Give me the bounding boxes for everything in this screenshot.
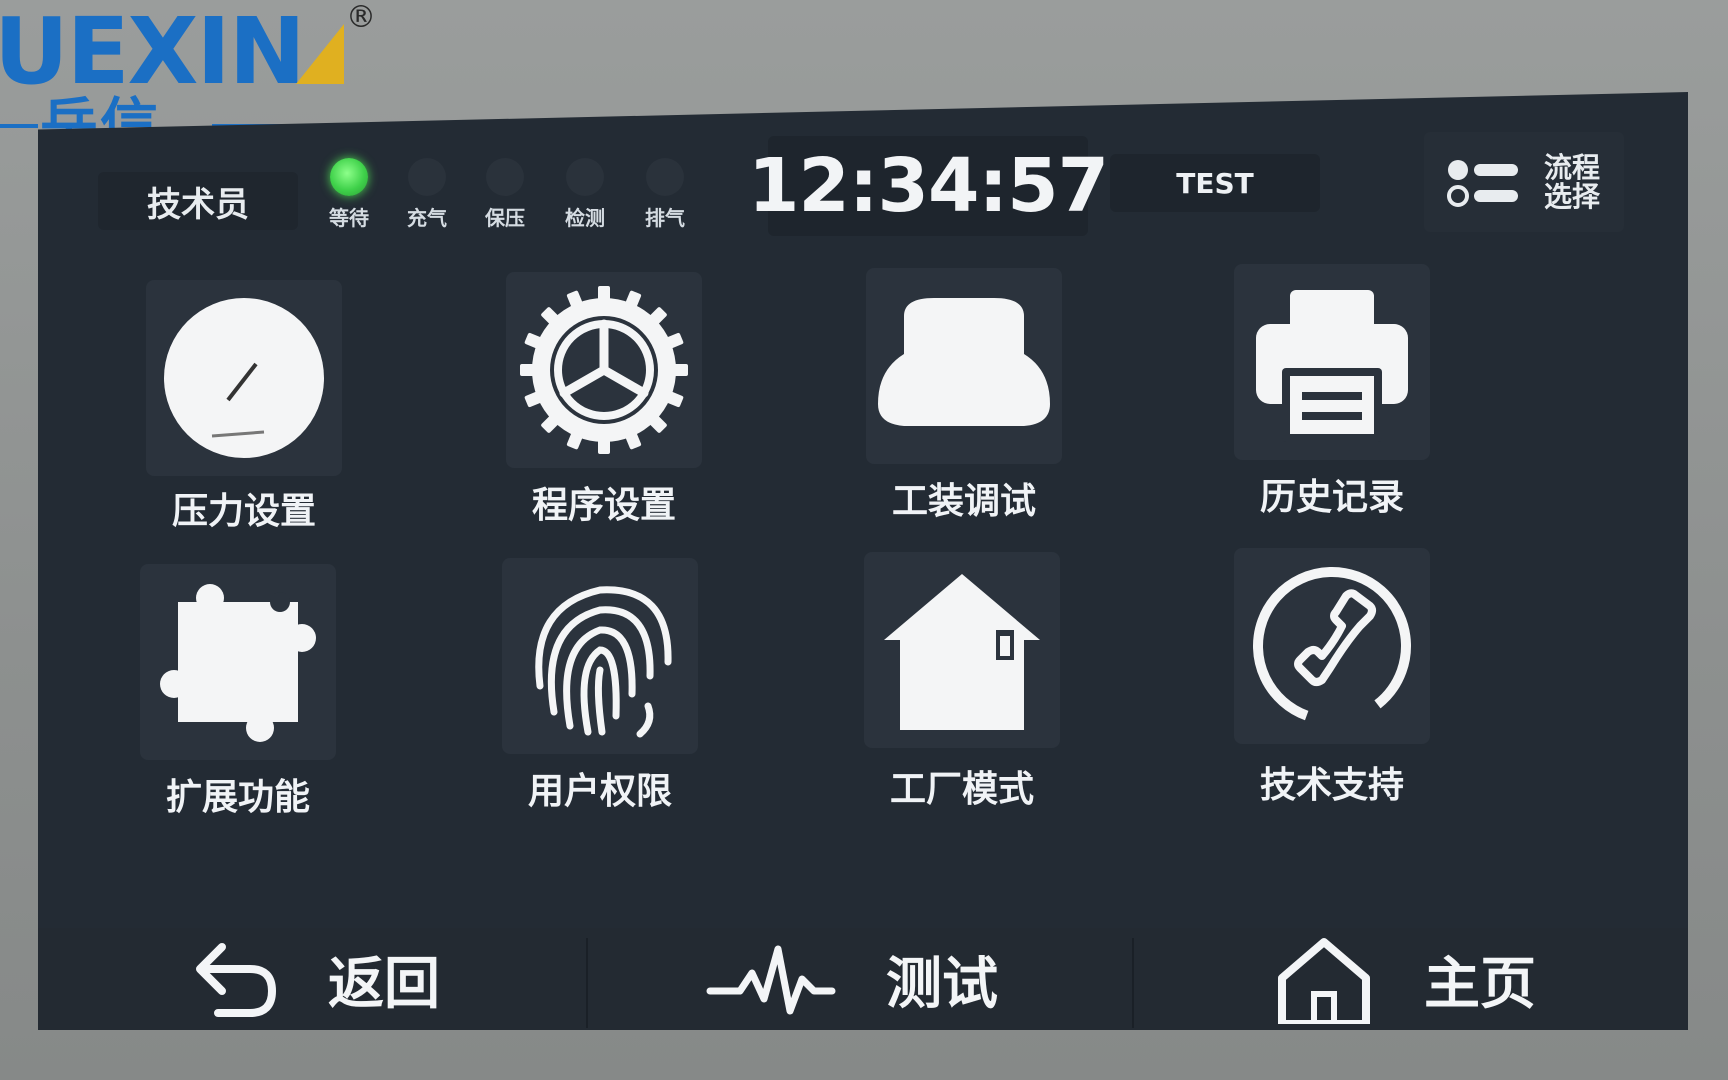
status-led-waiting <box>330 158 368 196</box>
logo-accent-shape <box>296 24 344 84</box>
user-role-label: 技术员 <box>98 172 298 230</box>
menu-tile-program-settings[interactable] <box>506 272 702 468</box>
back-label: 返回 <box>328 951 440 1017</box>
puzzle-icon <box>160 584 316 742</box>
nav-divider <box>1132 938 1134 1028</box>
menu-label-fixture-debug: 工装调试 <box>891 481 1036 522</box>
back-arrow-icon <box>196 943 277 1017</box>
status-led-exhaust <box>646 158 684 196</box>
bottom-nav-bar: 返回 测试 主页 <box>38 928 1688 1030</box>
menu-tile-tech-support[interactable] <box>1234 548 1430 744</box>
fixture-icon <box>878 298 1050 426</box>
menu-label-user-permissions: 用户权限 <box>527 771 672 812</box>
indicator-label: 排气 <box>645 206 685 230</box>
flow-select-button[interactable]: 流程 选择 <box>1424 132 1624 232</box>
printer-icon <box>1256 290 1408 442</box>
status-led-detect <box>566 158 604 196</box>
list-icon <box>1447 160 1518 207</box>
nav-divider <box>586 938 588 1028</box>
status-led-hold <box>486 158 524 196</box>
indicator-label: 充气 <box>407 206 447 230</box>
phone-icon <box>1253 567 1411 725</box>
menu-tile-history[interactable] <box>1234 264 1430 460</box>
flow-select-label-line1: 流程 <box>1544 150 1601 184</box>
menu-tile-pressure-settings[interactable] <box>146 280 342 476</box>
menu-tile-fixture-debug[interactable] <box>866 268 1062 464</box>
hmi-screen: 技术员 等待 充气 保压 检测 排气 12:34:57 TEST 流程 选择 压… <box>38 92 1688 1030</box>
status-led-inflate <box>408 158 446 196</box>
gear-icon <box>514 280 694 460</box>
menu-label-factory-mode: 工厂模式 <box>889 769 1034 810</box>
registered-mark: ® <box>346 0 376 35</box>
indicator-inflate: 充气 <box>392 158 462 231</box>
menu-tile-user-permissions[interactable] <box>502 558 698 754</box>
indicator-label: 等待 <box>329 206 369 230</box>
home-label: 主页 <box>1424 951 1536 1017</box>
flow-select-label-line2: 选择 <box>1544 180 1601 213</box>
indicator-label: 保压 <box>485 206 525 230</box>
indicator-exhaust: 排气 <box>630 158 700 231</box>
menu-label-extensions: 扩展功能 <box>165 777 310 818</box>
menu-tile-factory-mode[interactable] <box>864 552 1060 748</box>
indicator-label: 检测 <box>565 206 605 230</box>
fingerprint-icon <box>535 586 672 738</box>
back-button[interactable]: 返回 <box>178 928 618 1030</box>
indicator-hold: 保压 <box>470 158 540 231</box>
indicator-waiting: 等待 <box>314 158 384 231</box>
menu-tile-extensions[interactable] <box>140 564 336 760</box>
pressure-gauge-icon <box>164 298 324 458</box>
menu-label-program-settings: 程序设置 <box>531 485 676 526</box>
home-icon <box>1278 938 1370 1024</box>
menu-label-tech-support: 技术支持 <box>1259 765 1404 806</box>
house-icon <box>884 574 1040 730</box>
program-name-display: TEST <box>1110 154 1320 212</box>
waveform-icon <box>706 945 836 1015</box>
test-button[interactable]: 测试 <box>706 928 1126 1030</box>
indicator-detect: 检测 <box>550 158 620 231</box>
menu-label-pressure-settings: 压力设置 <box>171 491 316 532</box>
test-label: 测试 <box>886 951 998 1017</box>
logo-line-left <box>0 124 38 128</box>
clock-display: 12:34:57 <box>748 136 1109 236</box>
brand-logo-text: UEXIN <box>0 0 306 105</box>
home-button[interactable]: 主页 <box>1274 928 1654 1030</box>
menu-label-history: 历史记录 <box>1259 477 1404 518</box>
flow-select-label: 流程 选择 <box>1544 150 1604 213</box>
